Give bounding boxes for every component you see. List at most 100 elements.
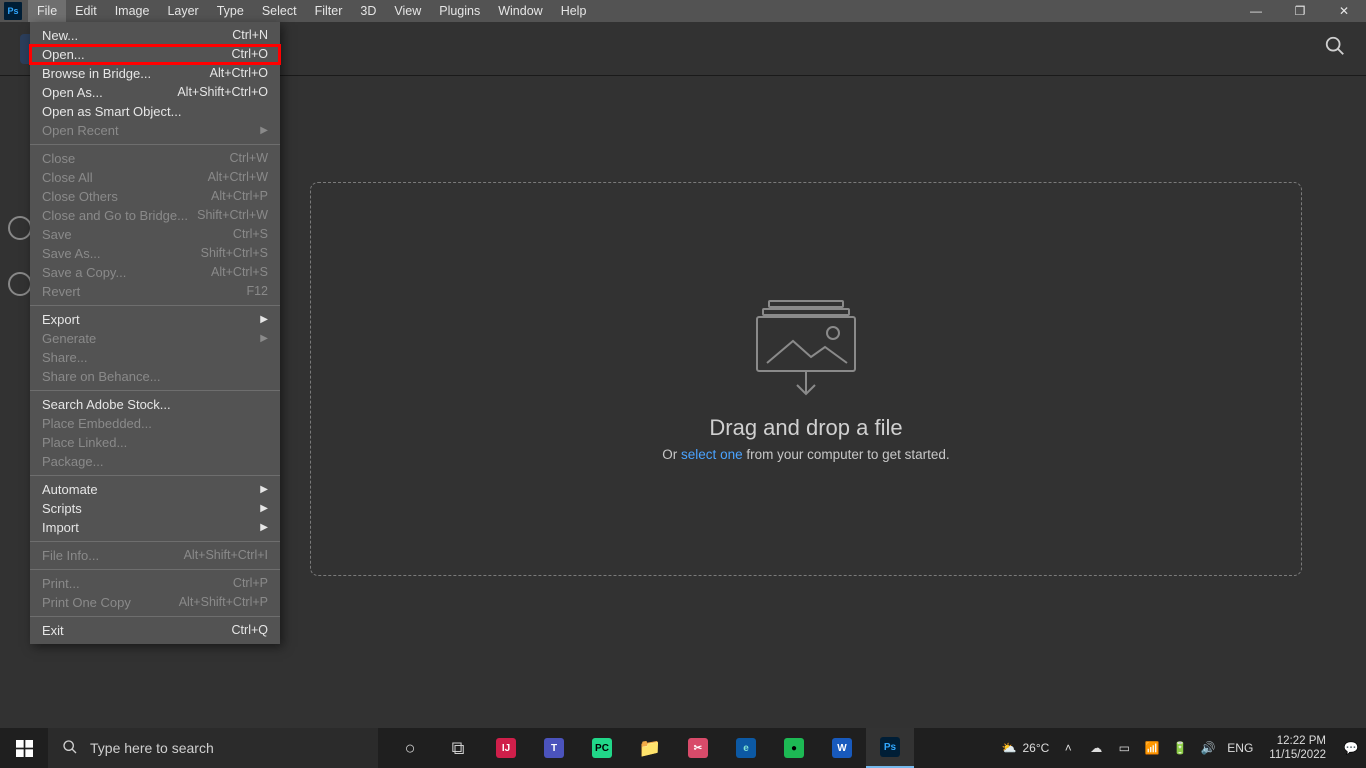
file-menu-item-open-as-smart-object[interactable]: Open as Smart Object... [30,102,280,121]
file-explorer-icon[interactable]: 📁 [626,728,674,768]
submenu-arrow-icon: ▶ [260,121,268,140]
menu-item-label: Close All [42,168,93,187]
start-button[interactable] [0,728,48,768]
menu-item-label: Close [42,149,75,168]
language-indicator[interactable]: ENG [1227,741,1253,755]
file-menu-item-browse-in-bridge[interactable]: Browse in Bridge... Alt+Ctrl+O [30,64,280,83]
menu-item-label: Open... [42,45,85,64]
menu-item-shortcut: Alt+Ctrl+P [211,187,268,206]
minimize-button[interactable]: — [1234,0,1278,22]
maximize-button[interactable]: ❐ [1278,0,1322,22]
cortana-icon[interactable]: ○ [386,728,434,768]
word-icon[interactable]: W [818,728,866,768]
file-menu-item-import[interactable]: Import▶ [30,518,280,537]
onedrive-icon[interactable]: ☁ [1087,741,1105,755]
menu-help[interactable]: Help [552,0,596,22]
file-menu-item-search-adobe-stock[interactable]: Search Adobe Stock... [30,395,280,414]
file-menu-item-open-recent: Open Recent▶ [30,121,280,140]
notifications-icon[interactable]: 💬 [1342,741,1360,755]
file-menu-item-close: CloseCtrl+W [30,149,280,168]
file-menu-item-close-all: Close AllAlt+Ctrl+W [30,168,280,187]
menu-item-label: Place Embedded... [42,414,152,433]
drop-image-icon [751,297,861,397]
pycharm-icon[interactable]: PC [578,728,626,768]
weather-icon: ⛅ [1002,741,1017,755]
taskbar-pinned: ○⧉IJTPC📁✂e●WPs [386,728,914,768]
file-menu-item-save-a-copy: Save a Copy...Alt+Ctrl+S [30,263,280,282]
file-menu-item-share-on-behance: Share on Behance... [30,367,280,386]
file-menu-item-close-and-go-to-bridge: Close and Go to Bridge... Shift+Ctrl+W [30,206,280,225]
menu-plugins[interactable]: Plugins [430,0,489,22]
search-icon [62,739,78,758]
search-icon[interactable] [1324,35,1346,62]
wifi-icon[interactable]: 📶 [1143,741,1161,755]
spotify-icon[interactable]: ● [770,728,818,768]
weather-widget[interactable]: ⛅ 26°C [1002,741,1050,755]
photoshop-icon[interactable]: Ps [866,728,914,768]
menu-select[interactable]: Select [253,0,306,22]
menu-filter[interactable]: Filter [306,0,352,22]
edge-icon[interactable]: e [722,728,770,768]
system-tray: ⛅ 26°C ˄ ☁ ▭ 📶 🔋 🔊 ENG 12:22 PM 11/15/20… [996,734,1366,762]
select-file-link[interactable]: select one [681,447,743,462]
drop-zone[interactable]: Drag and drop a file Or select one from … [310,182,1302,576]
menu-item-label: Search Adobe Stock... [42,395,171,414]
menu-item-label: Browse in Bridge... [42,64,151,83]
file-menu-item-export[interactable]: Export▶ [30,310,280,329]
file-menu-item-generate: Generate▶ [30,329,280,348]
menu-item-label: Import [42,518,79,537]
file-menu[interactable]: New...Ctrl+NOpen...Ctrl+OBrowse in Bridg… [30,22,280,644]
file-menu-item-automate[interactable]: Automate ▶ [30,480,280,499]
menu-item-shortcut: Shift+Ctrl+S [201,244,268,263]
battery-icon[interactable]: 🔋 [1171,741,1189,755]
menu-item-label: Share on Behance... [42,367,161,386]
teams-icon[interactable]: T [530,728,578,768]
menu-item-shortcut: Ctrl+S [233,225,268,244]
meet-now-icon[interactable]: ▭ [1115,741,1133,755]
menu-item-label: Save [42,225,72,244]
menu-view[interactable]: View [385,0,430,22]
menu-image[interactable]: Image [106,0,159,22]
menu-item-shortcut: Ctrl+P [233,574,268,593]
menu-item-label: Close and Go to Bridge... [42,206,188,225]
clock[interactable]: 12:22 PM 11/15/2022 [1263,734,1332,762]
file-menu-item-place-embedded: Place Embedded... [30,414,280,433]
file-menu-item-exit[interactable]: ExitCtrl+Q [30,621,280,640]
file-menu-item-new[interactable]: New...Ctrl+N [30,26,280,45]
menu-item-label: Open as Smart Object... [42,102,181,121]
menu-edit[interactable]: Edit [66,0,106,22]
file-menu-item-scripts[interactable]: Scripts▶ [30,499,280,518]
menu-item-label: Save As... [42,244,101,263]
menu-item-label: Save a Copy... [42,263,126,282]
menu-3d[interactable]: 3D [351,0,385,22]
menu-item-shortcut: Alt+Shift+Ctrl+O [177,83,268,102]
menu-item-shortcut: Alt+Ctrl+O [210,64,268,83]
sidebar-circle-icon[interactable] [8,216,32,240]
snip-icon[interactable]: ✂ [674,728,722,768]
menu-item-shortcut: Shift+Ctrl+W [197,206,268,225]
sidebar-circle-icon[interactable] [8,272,32,296]
menu-layer[interactable]: Layer [158,0,207,22]
intellij-icon[interactable]: IJ [482,728,530,768]
tray-chevron-icon[interactable]: ˄ [1059,741,1077,755]
submenu-arrow-icon: ▶ [260,499,268,518]
volume-icon[interactable]: 🔊 [1199,741,1217,755]
file-menu-item-print: Print... Ctrl+P [30,574,280,593]
menu-item-label: Print... [42,574,80,593]
close-button[interactable]: ✕ [1322,0,1366,22]
file-menu-item-file-info: File Info...Alt+Shift+Ctrl+I [30,546,280,565]
menu-separator [30,305,280,306]
file-menu-item-open[interactable]: Open...Ctrl+O [30,45,280,64]
app-logo: Ps [4,2,22,20]
submenu-arrow-icon: ▶ [260,480,268,499]
file-menu-item-share: Share... [30,348,280,367]
weather-temp: 26°C [1022,741,1049,755]
task-view-icon[interactable]: ⧉ [434,728,482,768]
menu-type[interactable]: Type [208,0,253,22]
menu-window[interactable]: Window [489,0,551,22]
menu-file[interactable]: File [28,0,66,22]
menu-item-label: New... [42,26,78,45]
file-menu-item-open-as[interactable]: Open As...Alt+Shift+Ctrl+O [30,83,280,102]
taskbar-search[interactable]: Type here to search [48,728,378,768]
menu-item-label: Automate [42,480,98,499]
